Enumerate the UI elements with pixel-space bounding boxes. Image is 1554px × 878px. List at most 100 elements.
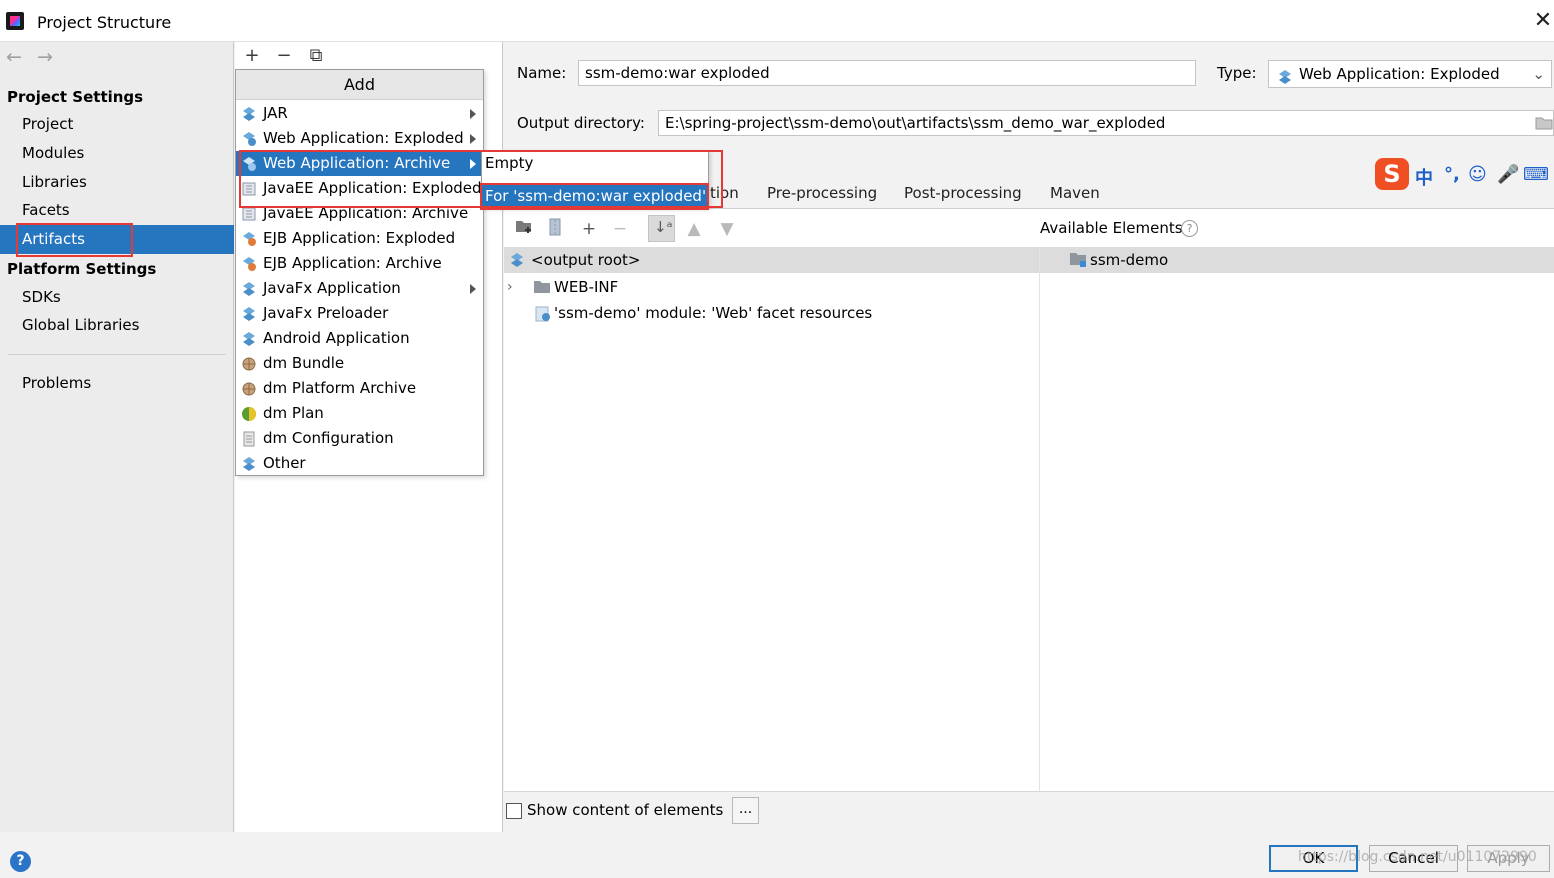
project-settings-header: Project Settings	[7, 88, 144, 106]
sidebar-item-project[interactable]: Project	[22, 115, 73, 133]
sidebar-item-facets[interactable]: Facets	[22, 201, 70, 219]
type-select[interactable]: Web Application: Exploded ⌄	[1268, 60, 1552, 88]
menu-item-label: JavaFx Application	[263, 279, 401, 297]
menu-item-web-exploded[interactable]: Web Application: Exploded	[236, 126, 483, 151]
ejb-archive-icon	[241, 255, 257, 271]
sidebar-item-problems[interactable]: Problems	[22, 374, 91, 392]
pane-splitter[interactable]	[1039, 247, 1040, 791]
menu-item-dm-platform-archive[interactable]: dm Platform Archive	[236, 376, 483, 401]
menu-item-dm-bundle[interactable]: dm Bundle	[236, 351, 483, 376]
help-icon[interactable]: ?	[10, 851, 31, 872]
menu-item-jar[interactable]: JAR	[236, 101, 483, 126]
sidebar-item-libraries[interactable]: Libraries	[22, 173, 87, 191]
dm-plan-icon	[241, 405, 257, 421]
tree-row-output-root[interactable]: <output root>	[531, 251, 640, 269]
menu-item-label: Web Application: Exploded	[263, 129, 464, 147]
tab-pre-processing[interactable]: Pre-processing	[767, 184, 877, 202]
show-content-checkbox[interactable]	[506, 803, 522, 819]
create-directory-icon[interactable]	[513, 218, 535, 240]
type-select-value: Web Application: Exploded	[1299, 65, 1500, 83]
add-artifact-popup: Add JAR Web Application: Exploded Web Ap…	[235, 69, 484, 476]
ejb-exploded-icon	[241, 230, 257, 246]
menu-item-javafx-preloader[interactable]: JavaFx Preloader	[236, 301, 483, 326]
submenu-arrow-icon	[470, 284, 476, 294]
sidebar-item-global-libraries[interactable]: Global Libraries	[22, 316, 139, 334]
watermark-text: https://blog.csdn.net/u011072990	[1298, 849, 1537, 865]
android-app-icon	[241, 330, 257, 346]
dm-bundle-icon	[241, 355, 257, 371]
menu-item-label: Other	[263, 454, 306, 472]
output-directory-label: Output directory:	[517, 114, 645, 132]
ime-punctuation-icon[interactable]: °,	[1444, 164, 1460, 185]
output-directory-field[interactable]: E:\spring-project\ssm-demo\out\artifacts…	[658, 110, 1554, 136]
dm-configuration-icon	[241, 430, 257, 447]
dm-platform-archive-icon	[241, 380, 257, 396]
ime-chinese-mode-icon[interactable]: 中	[1415, 164, 1433, 190]
menu-item-label: dm Platform Archive	[263, 379, 417, 397]
platform-settings-header: Platform Settings	[7, 260, 157, 278]
sogou-logo-icon[interactable]: S	[1375, 158, 1409, 190]
copy-icon[interactable]: ⧉	[305, 45, 327, 67]
window-title: Project Structure	[37, 13, 172, 32]
menu-item-label: dm Configuration	[263, 429, 394, 447]
intellij-app-icon	[6, 12, 24, 30]
ime-keyboard-icon[interactable]: ⌨	[1523, 164, 1549, 185]
name-label: Name:	[517, 64, 567, 82]
tree-row-web-facet-resources[interactable]: 'ssm-demo' module: 'Web' facet resources	[554, 304, 872, 322]
submenu-arrow-icon	[470, 109, 476, 119]
menu-item-label: EJB Application: Archive	[263, 254, 442, 272]
menu-item-label: Android Application	[263, 329, 410, 347]
show-content-label[interactable]: Show content of elements	[527, 801, 723, 819]
move-up-icon[interactable]: ▲	[683, 218, 705, 240]
available-elements-header: Available Elements	[1040, 219, 1183, 237]
menu-item-label: dm Bundle	[263, 354, 345, 372]
menu-item-ejb-exploded[interactable]: EJB Application: Exploded	[236, 226, 483, 251]
menu-item-dm-configuration[interactable]: dm Configuration	[236, 426, 483, 451]
expand-chevron-icon[interactable]: ›	[507, 279, 517, 295]
menu-item-javafx-application[interactable]: JavaFx Application	[236, 276, 483, 301]
artifacts-highlight-box	[16, 223, 133, 257]
web-exploded-icon	[1277, 67, 1293, 84]
help-icon[interactable]: ?	[1181, 220, 1198, 237]
menu-item-label: dm Plan	[263, 404, 324, 422]
add-icon[interactable]: +	[241, 45, 263, 67]
title-bar: Project Structure ✕	[0, 0, 1554, 42]
menu-item-label: JavaFx Preloader	[263, 304, 389, 322]
remove-icon[interactable]: −	[273, 45, 295, 67]
close-icon[interactable]: ✕	[1532, 8, 1554, 34]
move-down-icon[interactable]: ▼	[716, 218, 738, 240]
sort-elements-icon[interactable]: ↓ᵃ	[648, 215, 675, 242]
module-folder-icon	[1069, 252, 1087, 268]
popup-header: Add	[236, 70, 483, 100]
menu-item-label: EJB Application: Exploded	[263, 229, 456, 247]
tree-row-web-inf[interactable]: WEB-INF	[554, 278, 618, 296]
output-root-icon	[509, 252, 525, 268]
menu-item-ejb-archive[interactable]: EJB Application: Archive	[236, 251, 483, 276]
name-field[interactable]: ssm-demo:war exploded	[578, 60, 1196, 86]
sidebar-item-sdks[interactable]: SDKs	[22, 288, 61, 306]
other-icon	[241, 455, 257, 471]
web-exploded-icon	[241, 130, 257, 146]
forward-arrow-icon[interactable]: →	[34, 46, 56, 68]
sidebar-item-modules[interactable]: Modules	[22, 144, 84, 162]
add-copy-of-icon[interactable]: +	[578, 218, 600, 240]
menu-item-android-application[interactable]: Android Application	[236, 326, 483, 351]
jar-icon	[241, 105, 257, 121]
available-item-ssm-demo[interactable]: ssm-demo	[1090, 251, 1168, 269]
javafx-app-icon	[241, 280, 257, 296]
more-options-button[interactable]: ...	[732, 797, 759, 824]
menu-item-dm-plan[interactable]: dm Plan	[236, 401, 483, 426]
web-facet-resource-icon	[535, 306, 551, 322]
sidebar-divider	[8, 354, 226, 355]
tab-post-processing[interactable]: Post-processing	[904, 184, 1022, 202]
submenu-arrow-icon	[470, 134, 476, 144]
create-archive-icon[interactable]	[544, 218, 566, 240]
tab-maven[interactable]: Maven	[1050, 184, 1100, 202]
ime-emoji-icon[interactable]: ☺	[1468, 164, 1487, 185]
folder-browse-icon[interactable]	[1535, 116, 1553, 130]
back-arrow-icon[interactable]: ←	[3, 46, 25, 68]
ime-voice-icon[interactable]: 🎤	[1497, 164, 1519, 185]
menu-item-other[interactable]: Other	[236, 451, 483, 476]
type-label: Type:	[1217, 64, 1257, 82]
remove-element-icon[interactable]: −	[609, 218, 631, 240]
